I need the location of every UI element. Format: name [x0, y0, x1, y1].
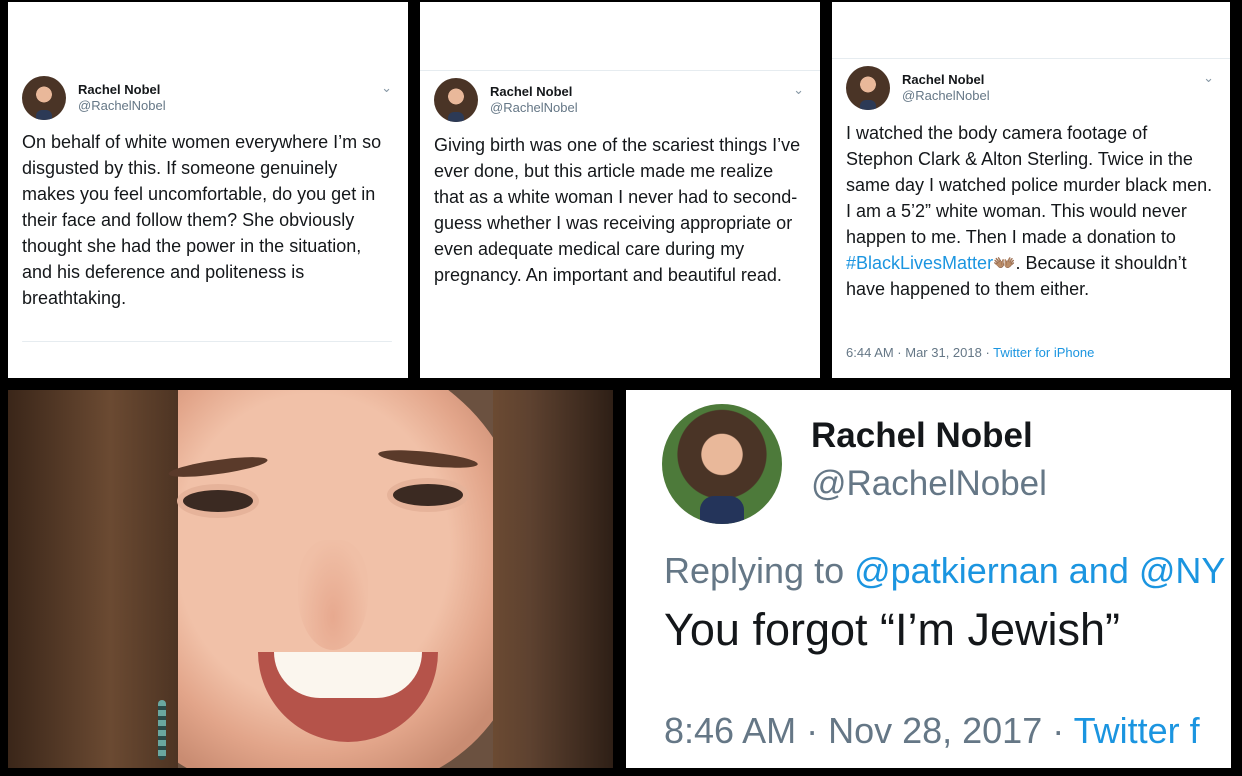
portrait-photo — [8, 390, 613, 768]
timestamp[interactable]: 8:46 AM · Nov 28, 2017 · — [664, 710, 1074, 751]
chevron-down-icon[interactable]: ⌄ — [793, 82, 804, 98]
source-link[interactable]: Twitter for iPhone — [993, 345, 1094, 360]
user-handle[interactable]: @RachelNobel — [490, 100, 578, 116]
tweet-card-1: Rachel Nobel @RachelNobel ⌄ On behalf of… — [8, 2, 408, 378]
user-handle[interactable]: @RachelNobel — [811, 464, 1047, 504]
divider — [420, 70, 820, 71]
user-handle[interactable]: @RachelNobel — [78, 98, 166, 114]
display-name[interactable]: Rachel Nobel — [811, 416, 1033, 456]
tweet-header: Rachel Nobel @RachelNobel — [434, 78, 578, 122]
avatar[interactable] — [434, 78, 478, 122]
eye-right — [393, 484, 463, 506]
nose — [298, 540, 368, 650]
replying-prefix: Replying to — [664, 550, 855, 591]
hair-right — [493, 390, 613, 768]
avatar[interactable] — [846, 66, 890, 110]
hair-left — [8, 390, 178, 768]
hands-emoji-icon: 👐🏽 — [993, 253, 1016, 273]
tweet-card-zoomed: Rachel Nobel @RachelNobel Replying to @p… — [626, 390, 1231, 768]
display-name[interactable]: Rachel Nobel — [78, 82, 166, 98]
source-link[interactable]: Twitter f — [1074, 710, 1200, 751]
teeth — [274, 652, 422, 698]
tweet-text: On behalf of white women everywhere I’m … — [22, 132, 382, 308]
reply-input-outline — [22, 341, 392, 342]
tweet-text: You forgot “I’m Jewish” — [664, 604, 1121, 655]
tweet-card-2: Rachel Nobel @RachelNobel ⌄ Giving birth… — [420, 2, 820, 378]
replying-users-link[interactable]: @patkiernan and @NY — [854, 550, 1225, 591]
earring — [158, 700, 166, 760]
divider — [832, 58, 1230, 59]
tweet-header: Rachel Nobel @RachelNobel — [846, 66, 990, 110]
hashtag-link[interactable]: #BlackLivesMatter — [846, 253, 993, 273]
user-handle[interactable]: @RachelNobel — [902, 88, 990, 104]
tweet-meta: 8:46 AM · Nov 28, 2017 · Twitter f — [664, 710, 1200, 752]
tweet-text: I watched the body camera footage of Ste… — [846, 120, 1216, 302]
timestamp[interactable]: 6:44 AM · Mar 31, 2018 · — [846, 345, 993, 360]
tweet-header: Rachel Nobel @RachelNobel — [22, 76, 166, 120]
display-name[interactable]: Rachel Nobel — [490, 84, 578, 100]
chevron-down-icon[interactable]: ⌄ — [381, 80, 392, 96]
tweet-card-3: Rachel Nobel @RachelNobel ⌄ I watched th… — [832, 2, 1230, 378]
replying-to: Replying to @patkiernan and @NY — [664, 550, 1225, 592]
chevron-down-icon[interactable]: ⌄ — [1203, 70, 1214, 86]
tweet-meta: 6:44 AM · Mar 31, 2018 · Twitter for iPh… — [846, 345, 1094, 360]
eye-left — [183, 490, 253, 512]
avatar[interactable] — [22, 76, 66, 120]
tweet-text: Giving birth was one of the scariest thi… — [434, 135, 801, 285]
tweet-text-part: I watched the body camera footage of Ste… — [846, 123, 1213, 247]
display-name[interactable]: Rachel Nobel — [902, 72, 990, 88]
avatar[interactable] — [662, 404, 782, 524]
